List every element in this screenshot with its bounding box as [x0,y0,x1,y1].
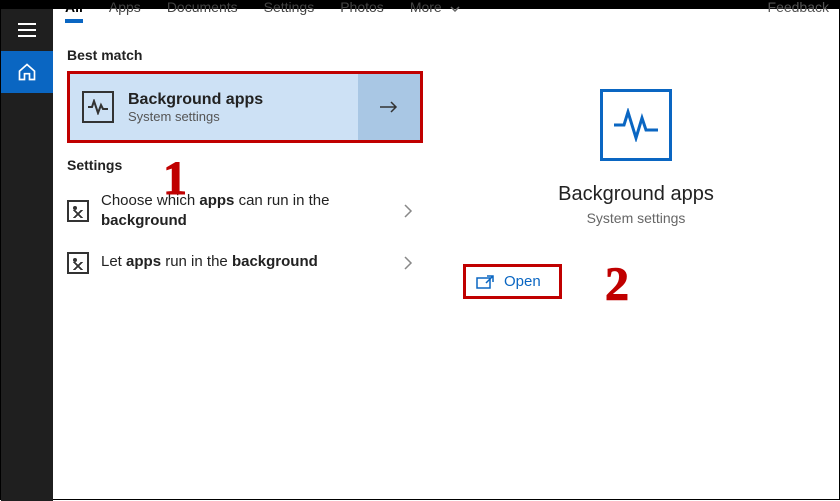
results-panel: Best match Background apps System settin… [53,29,433,499]
activity-icon [82,91,114,123]
hamburger-button[interactable] [1,9,53,51]
picture-icon [67,200,89,222]
best-match-subtitle: System settings [128,109,263,124]
sidebar-home-button[interactable] [1,51,53,93]
best-match-title: Background apps [128,91,263,109]
best-match-expand-button[interactable] [358,74,420,140]
best-match-result[interactable]: Background apps System settings [67,71,423,143]
picture-icon [67,252,89,274]
best-match-heading: Best match [67,47,423,63]
sidebar [1,9,53,501]
open-button[interactable]: Open [463,264,562,299]
home-icon [17,62,37,82]
setting-row-label: Choose which apps can run in the backgro… [101,191,381,232]
chevron-down-icon [450,6,460,12]
tab-documents[interactable]: Documents [167,1,238,13]
tab-apps[interactable]: Apps [109,1,141,13]
arrow-right-icon [379,100,399,114]
tab-photos[interactable]: Photos [340,1,384,13]
search-filter-tabs: All Apps Documents Settings Photos More … [65,1,829,29]
open-label: Open [504,273,541,290]
tab-more[interactable]: More [410,1,460,13]
tab-settings[interactable]: Settings [264,1,315,13]
hamburger-icon [18,23,36,37]
chevron-right-icon [403,255,413,271]
activity-large-icon [600,89,672,161]
tab-all[interactable]: All [65,1,83,13]
detail-panel: Background apps System settings Open [433,29,839,499]
feedback-link[interactable]: Feedback [768,1,829,13]
tab-more-label: More [410,0,442,15]
detail-title: Background apps [558,183,714,206]
chevron-right-icon [403,203,413,219]
detail-subtitle: System settings [587,210,686,226]
setting-row-choose-apps[interactable]: Choose which apps can run in the backgro… [67,181,423,242]
setting-row-label: Let apps run in the background [101,252,318,272]
open-icon [476,275,494,289]
settings-heading: Settings [67,157,423,173]
setting-row-let-apps[interactable]: Let apps run in the background [67,242,423,284]
